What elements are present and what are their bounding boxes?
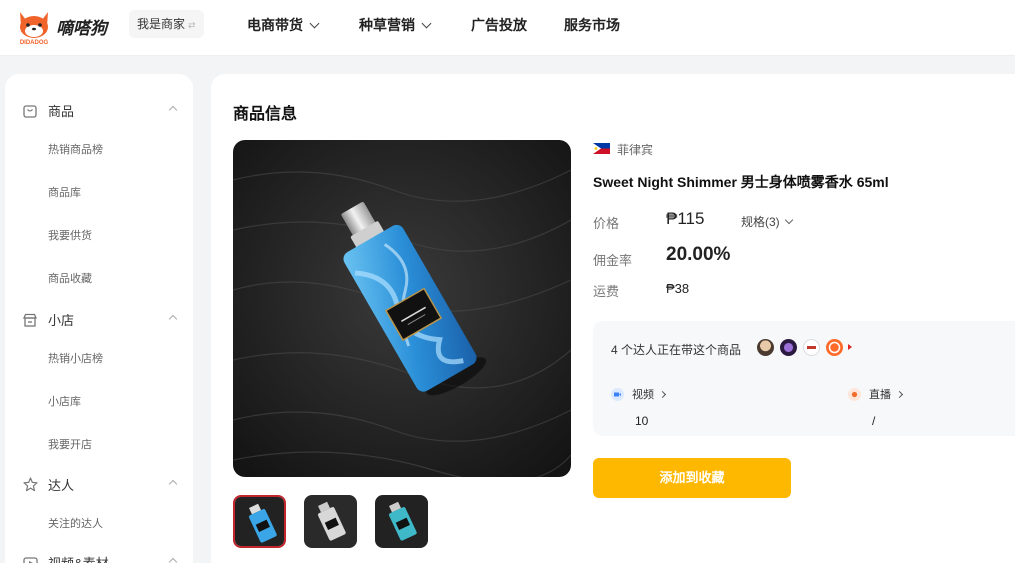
live-label: 直播 [869, 389, 891, 401]
thumbnail-image [235, 497, 284, 546]
video-count: 10 [635, 414, 649, 428]
live-stat-link[interactable]: 直播 [869, 386, 904, 402]
swap-icon: ⇄ [188, 20, 196, 30]
sidebar-group-creators[interactable]: 达人 [22, 475, 74, 494]
nav-seeding[interactable]: 种草营销 [359, 15, 432, 35]
price-value: ₱115 [666, 209, 705, 228]
logo-subtext: DIDADOG [20, 40, 49, 46]
country-label: 菲律宾 [617, 143, 654, 157]
top-bar: DIDADOG 嘀嗒狗 我是商家 ⇄ 电商带货 种草营销 广告投放 服务市场 [0, 0, 1015, 56]
add-to-favorites-button[interactable]: 添加到收藏 [593, 458, 791, 498]
sidebar-item-hot-stores[interactable]: 热销小店榜 [48, 350, 103, 366]
product-main-image[interactable] [233, 140, 571, 477]
creators-count-text: 4 个达人正在带这个商品 [611, 343, 742, 357]
nav-ads-label: 广告投放 [471, 17, 527, 33]
chevron-up-icon[interactable] [168, 105, 178, 115]
store-icon [22, 312, 38, 328]
nav-ecommerce[interactable]: 电商带货 [247, 15, 320, 35]
sidebar-group-label: 达人 [48, 478, 75, 493]
chevron-right-icon [895, 390, 904, 399]
avatar[interactable] [757, 339, 774, 356]
sidebar-group-label: 商品 [48, 104, 75, 119]
chevron-up-icon[interactable] [168, 479, 178, 489]
chevron-down-icon [309, 18, 320, 29]
chevron-up-icon[interactable] [168, 314, 178, 324]
chevron-down-icon [421, 18, 432, 29]
video-camera-icon [611, 388, 624, 401]
commission-label: 佣金率 [593, 253, 633, 268]
role-label: 我是商家 [137, 17, 186, 31]
live-count: / [872, 414, 876, 428]
thumbnail-silver[interactable] [304, 495, 357, 548]
sidebar-group-label: 视频&素材 [48, 553, 109, 563]
sidebar-group-products[interactable]: 商品 [22, 101, 74, 120]
nav-ads[interactable]: 广告投放 [471, 15, 527, 35]
creators-panel: 4 个达人正在带这个商品 视频 10 直播 / [593, 321, 1015, 436]
video-label: 视频 [632, 389, 654, 401]
nav-ecommerce-label: 电商带货 [247, 17, 303, 33]
philippines-flag-icon [593, 143, 610, 154]
star-icon [22, 477, 38, 493]
sidebar-item-supply[interactable]: 我要供货 [48, 227, 92, 243]
sidebar-item-open-store[interactable]: 我要开店 [48, 436, 92, 452]
avatar[interactable] [780, 339, 797, 356]
sidebar-item-store-library[interactable]: 小店库 [48, 393, 81, 409]
commission-value: 20.00% [666, 244, 731, 265]
perfume-bottle-image [233, 140, 571, 477]
avatar[interactable] [826, 339, 843, 356]
sidebar-group-stores[interactable]: 小店 [22, 310, 74, 329]
thumbnail-image [375, 495, 428, 548]
price-label: 价格 [593, 216, 620, 231]
chevron-down-icon [784, 215, 793, 225]
video-icon [22, 555, 38, 563]
avatar[interactable] [803, 339, 820, 356]
chevron-up-icon[interactable] [168, 557, 178, 563]
sidebar: 商品 热销商品榜 商品库 我要供货 商品收藏 小店 热销小店榜 小店库 我要开店… [5, 74, 193, 563]
spec-label: 规格(3) [741, 215, 780, 229]
nav-service-market[interactable]: 服务市场 [564, 15, 620, 35]
thumbnail-image [304, 495, 357, 548]
shipping-value: ₱38 [666, 281, 690, 296]
nav-service-market-label: 服务市场 [564, 17, 620, 33]
sidebar-group-videos[interactable]: 视频&素材 [22, 553, 109, 563]
shiba-logo-icon[interactable]: DIDADOG [14, 6, 54, 46]
role-switch[interactable]: 我是商家 ⇄ [129, 10, 204, 38]
product-info-card: 商品信息 菲律宾 Sweet Night Shimmer 男士身体喷雾香水 65… [211, 74, 1015, 563]
shipping-label: 运费 [593, 284, 620, 299]
nav-seeding-label: 种草营销 [359, 17, 415, 33]
section-title: 商品信息 [233, 106, 298, 123]
spec-dropdown[interactable]: 规格(3) [741, 213, 793, 230]
thumbnail-blue[interactable] [233, 495, 286, 548]
product-title: Sweet Night Shimmer 男士身体喷雾香水 65ml [593, 174, 889, 190]
thumbnail-teal[interactable] [375, 495, 428, 548]
chevron-right-icon [658, 390, 667, 399]
sidebar-item-product-favorites[interactable]: 商品收藏 [48, 270, 92, 286]
video-stat-link[interactable]: 视频 [632, 386, 667, 402]
sidebar-item-followed-creators[interactable]: 关注的达人 [48, 515, 103, 531]
sidebar-item-product-library[interactable]: 商品库 [48, 184, 81, 200]
expand-creators-icon[interactable] [848, 344, 852, 350]
sidebar-item-hot-products[interactable]: 热销商品榜 [48, 141, 103, 157]
bag-icon [22, 103, 38, 119]
live-stream-icon [848, 388, 861, 401]
brand-name[interactable]: 嘀嗒狗 [56, 14, 107, 39]
sidebar-group-label: 小店 [48, 313, 75, 328]
